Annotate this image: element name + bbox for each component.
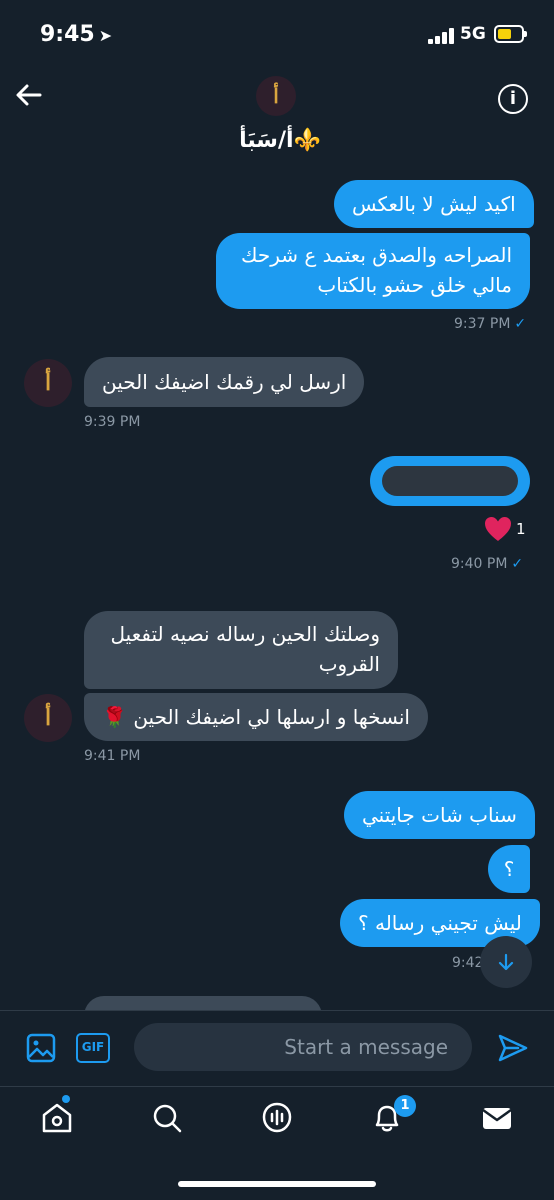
message-outgoing[interactable]: اكيد ليش لا بالعكس [334,180,534,228]
message-outgoing[interactable]: الصراحه والصدق بعتمد ع شرحك مالي خلق حشو… [216,233,530,309]
arrow-down-icon [498,953,514,971]
avatar-logo: أ [44,705,52,731]
image-icon[interactable] [26,1033,56,1063]
home-indicator [178,1181,376,1187]
battery-icon [494,25,527,43]
signal-icon [428,28,454,44]
info-icon[interactable]: i [498,84,528,114]
message-timestamp: 9:41 PM [84,748,141,764]
message-incoming[interactable]: وصلتك الحين رساله نصيه لتفعيل القروب [84,611,398,689]
avatar[interactable]: أ [24,694,72,742]
check-icon: ✓ [514,316,527,332]
scroll-down-button[interactable] [480,936,532,988]
conversation-name: أ/سَبَأ [239,128,294,153]
arrow-left-icon[interactable] [14,80,48,114]
search-icon[interactable] [150,1101,184,1135]
avatar-logo: أ [44,370,52,396]
status-time-text: 9:45 [40,22,95,47]
message-line: القروب [318,652,380,676]
message-timestamp: 9:39 PM [84,414,141,430]
send-icon[interactable] [496,1031,530,1065]
avatar[interactable]: أ [24,359,72,407]
location-icon: ➤ [98,26,113,45]
avatar-logo: أ [273,84,279,108]
avatar[interactable]: أ [256,76,296,116]
redacted-message[interactable] [370,456,530,506]
message-line: الصراحه والصدق بعتمد ع شرحك [240,243,512,267]
home-icon[interactable] [40,1101,74,1135]
redaction-mark [382,466,518,496]
message-outgoing[interactable]: ؟ [488,845,530,893]
conversation-title[interactable]: أ/سَبَأ⚜️ [200,128,360,153]
tab-bar: 1 [0,1086,554,1200]
message-line: وصلتك الحين رساله نصيه لتفعيل [110,622,380,646]
gif-icon[interactable]: GIF [76,1033,110,1063]
network-label: 5G [460,24,486,44]
check-icon: ✓ [511,556,524,572]
message-timestamp: 9:37 PM ✓ [454,316,527,332]
message-timestamp: 9:40 PM ✓ [451,556,524,572]
status-bar: 9:45 ➤ 5G [0,0,554,70]
messages-icon[interactable] [480,1101,514,1135]
home-notification-dot [62,1095,70,1103]
message-outgoing[interactable]: سناب شات جايتني [344,791,535,839]
compose-bar: GIF [0,1010,554,1086]
message-timestamp: 9:42 [452,955,484,971]
status-time: 9:45 ➤ [40,22,112,47]
fleur-de-lis-icon: ⚜️ [293,128,321,153]
message-incoming[interactable]: انسخها و ارسلها لي اضيفك الحين 🌹 [84,693,428,741]
conversation-header: أ أ/سَبَأ⚜️ i [0,70,554,170]
notifications-badge: 1 [394,1095,416,1117]
message-incoming[interactable]: ارسل لي رقمك اضيفك الحين [84,357,365,407]
message-line: مالي خلق حشو بالكتاب [317,273,512,297]
reaction-count: 1 [516,520,526,538]
heart-reaction-icon[interactable] [483,514,513,544]
message-input[interactable] [134,1023,472,1071]
spaces-icon[interactable] [260,1101,294,1135]
